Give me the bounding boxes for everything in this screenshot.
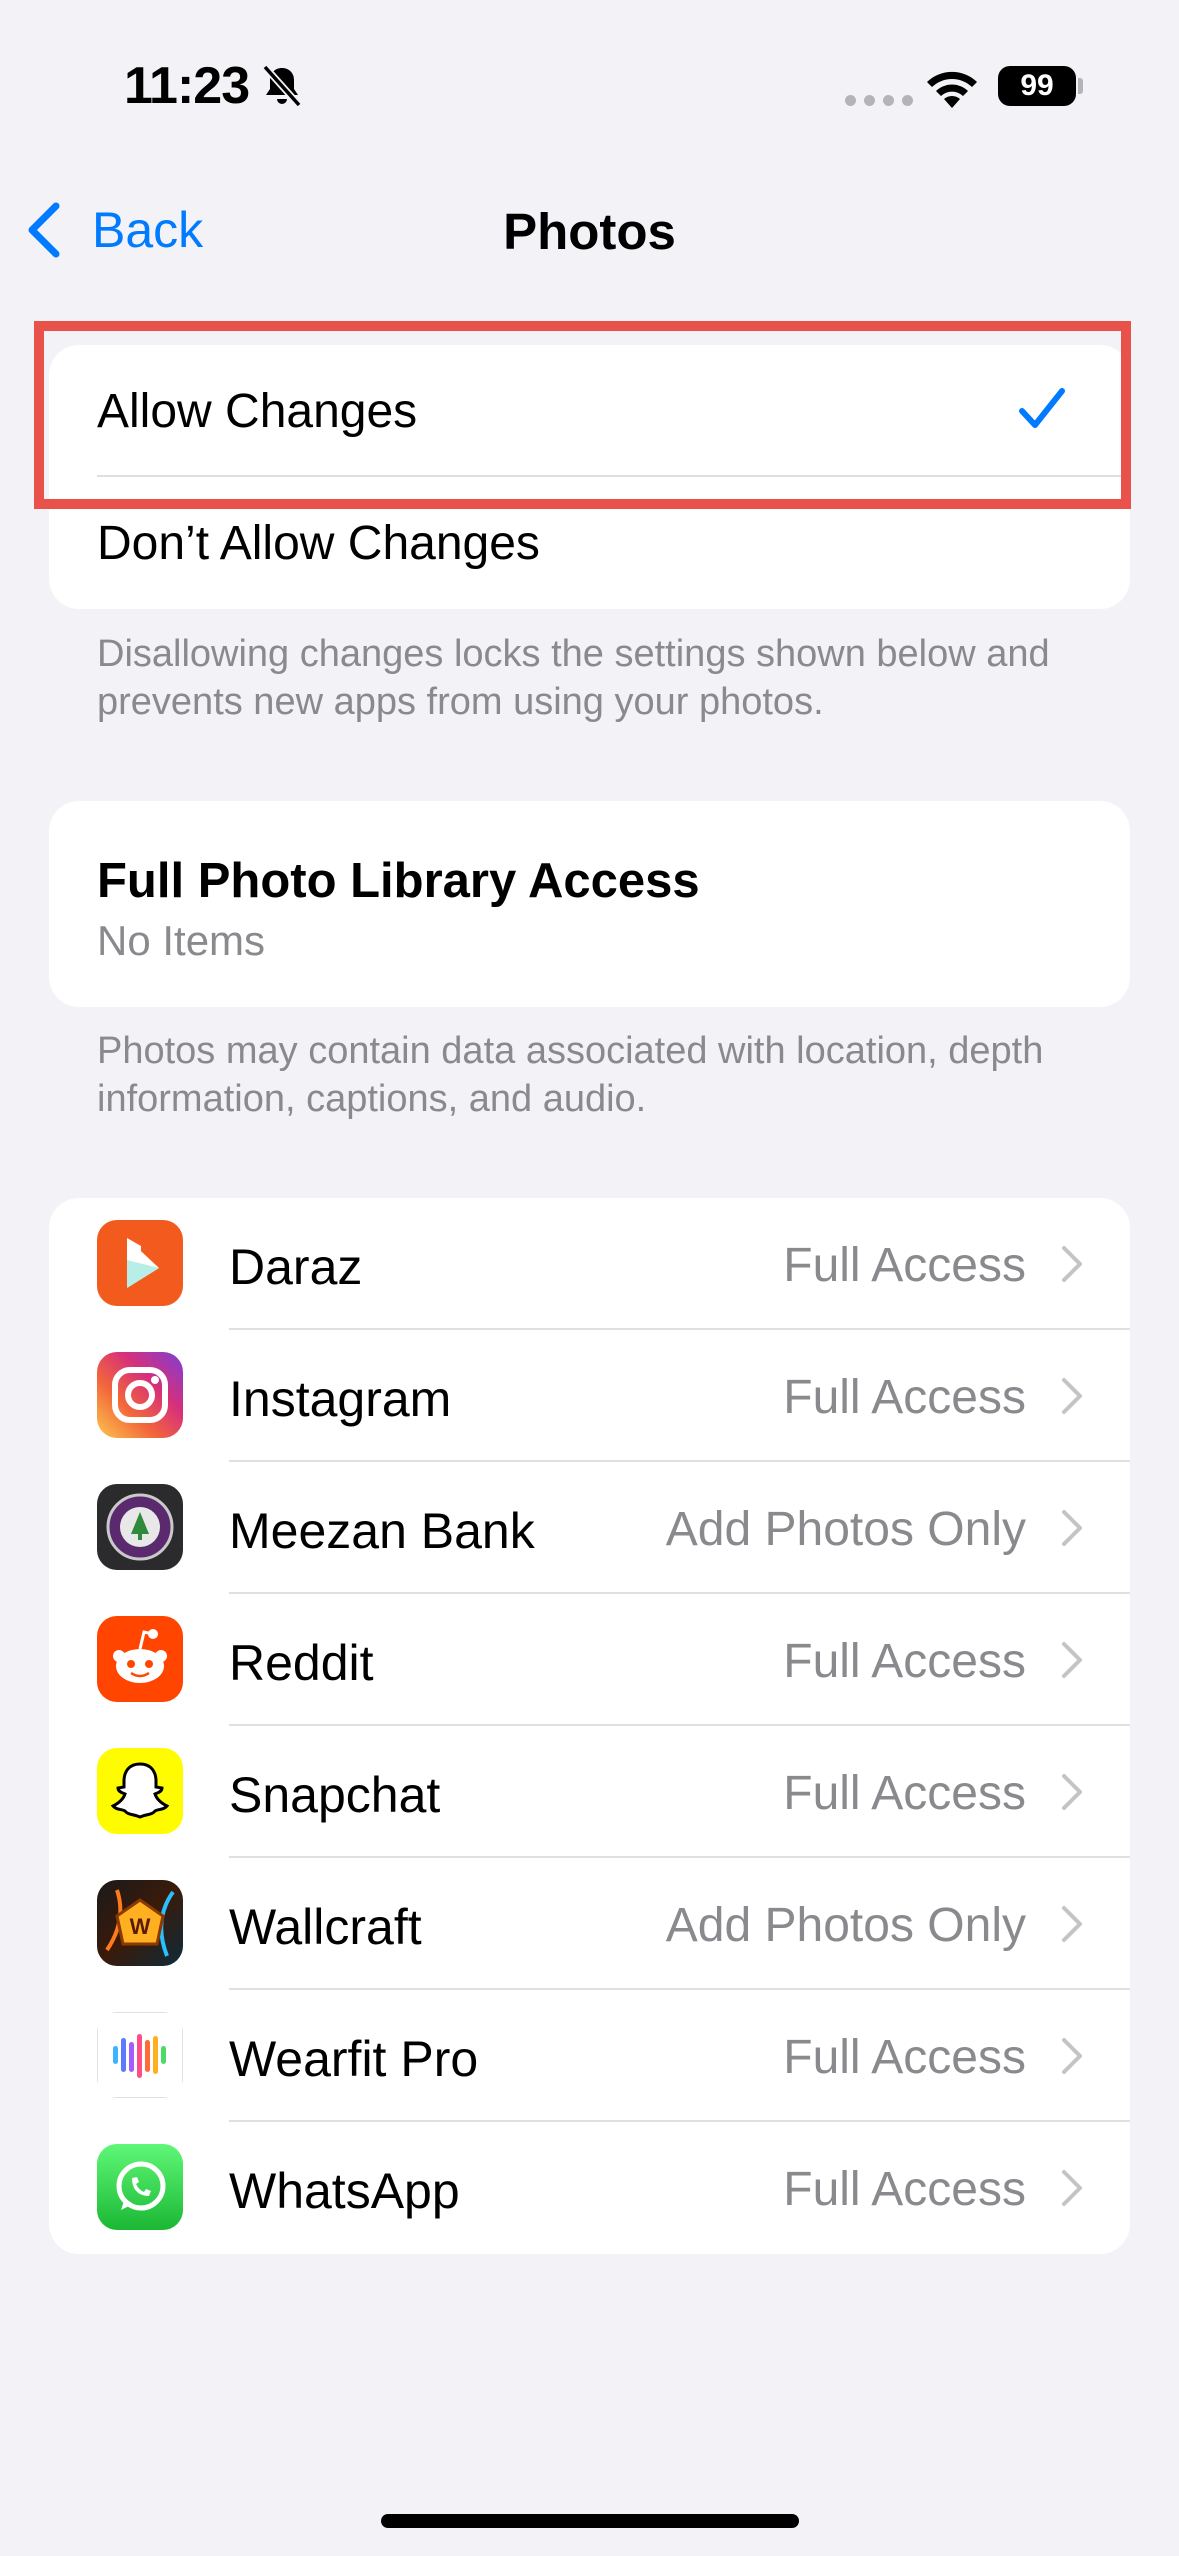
battery-icon: 99 [998,66,1076,106]
app-row-wallcraft[interactable]: W Wallcraft Add Photos Only [49,1858,1130,1990]
app-access-level: Add Photos Only [665,1899,1026,1952]
battery-cap [1078,78,1083,94]
app-row-meezan-bank[interactable]: Meezan Bank Add Photos Only [49,1462,1130,1594]
highlight-box [34,321,1131,509]
app-access-level: Full Access [783,1635,1026,1688]
status-time: 11:23 [124,57,250,115]
library-footer-text: Photos may contain data associated with … [97,1030,1044,1120]
app-row-reddit[interactable]: Reddit Full Access [49,1594,1130,1726]
app-access-level: Full Access [783,1371,1026,1424]
full-library-access-subtitle: No Items [97,917,266,964]
app-row-snapchat[interactable]: Snapchat Full Access [49,1726,1130,1858]
home-indicator[interactable] [381,2514,799,2528]
instagram-icon [97,1352,183,1438]
page-title: Photos [503,203,676,260]
app-row-whatsapp[interactable]: WhatsApp Full Access [49,2122,1130,2254]
app-name: Instagram [229,1371,452,1427]
photos-settings-screen: 11:23 99 Back Photos Allow Changes Don’t… [0,0,1179,2556]
apps-list: Daraz Full Access Instagram Full Access … [49,1198,1130,2254]
app-row-wearfit-pro[interactable]: Wearfit Pro Full Access [49,1990,1130,2122]
app-name: Wallcraft [229,1899,422,1955]
full-library-access-group[interactable]: Full Photo Library Access No Items [49,801,1130,1007]
wifi-icon [927,71,977,108]
chevron-right-icon [1062,1774,1082,1810]
app-access-level: Add Photos Only [665,1503,1026,1556]
chevron-right-icon [1062,1378,1082,1414]
app-access-level: Full Access [783,1767,1026,1820]
full-library-access-title: Full Photo Library Access [97,854,700,908]
snapchat-icon [97,1748,183,1834]
app-name: Snapchat [229,1767,441,1823]
wallcraft-icon: W [97,1880,183,1966]
changes-footer-text: Disallowing changes locks the settings s… [97,633,1050,723]
whatsapp-icon [97,2144,183,2230]
app-name: Wearfit Pro [229,2031,479,2087]
dont-allow-changes-label: Don’t Allow Changes [97,516,540,570]
app-name: Meezan Bank [229,1503,535,1559]
svg-text:W: W [130,1914,151,1939]
app-access-level: Full Access [783,2163,1026,2216]
status-bar: 11:23 99 [0,0,1179,160]
chevron-right-icon [1062,1906,1082,1942]
wearfit-pro-icon [97,2012,183,2098]
chevron-right-icon [1062,1246,1082,1282]
chevron-right-icon [1062,2170,1082,2206]
app-name: Daraz [229,1239,363,1295]
app-access-level: Full Access [783,2031,1026,2084]
chevron-right-icon [1062,2038,1082,2074]
app-row-instagram[interactable]: Instagram Full Access [49,1330,1130,1462]
chevron-right-icon [1062,1642,1082,1678]
reddit-icon [97,1616,183,1702]
daraz-icon [97,1220,183,1306]
navigation-bar: Back Photos [0,180,1179,276]
bell-off-icon [262,64,302,108]
meezan-bank-icon [97,1484,183,1570]
app-row-daraz[interactable]: Daraz Full Access [49,1198,1130,1330]
app-access-level: Full Access [783,1239,1026,1292]
app-name: WhatsApp [229,2163,460,2219]
cellular-signal-icon [845,95,913,106]
app-name: Reddit [229,1635,374,1691]
chevron-right-icon [1062,1510,1082,1546]
